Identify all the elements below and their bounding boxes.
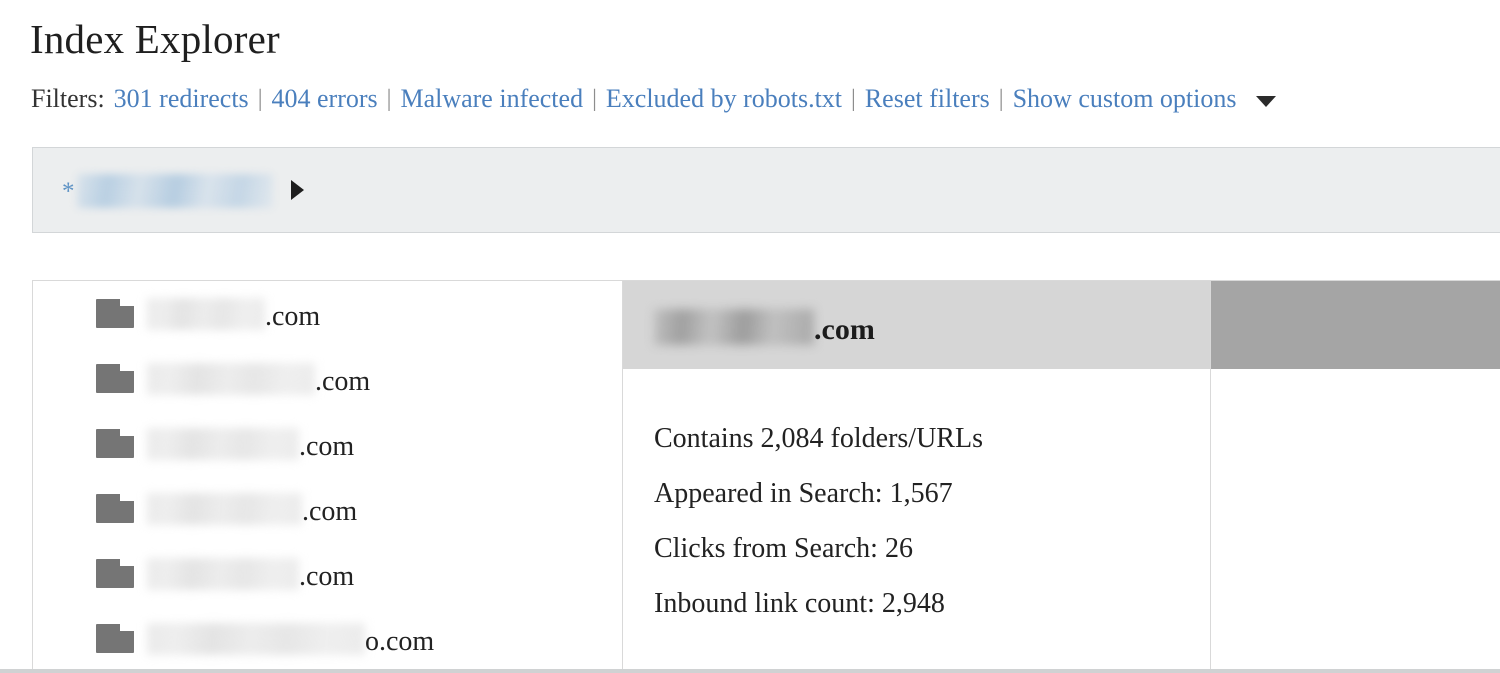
folder-icon bbox=[96, 364, 134, 393]
chevron-down-icon[interactable] bbox=[1255, 95, 1276, 107]
folder-name: .com bbox=[147, 553, 354, 594]
redacted-domain bbox=[76, 174, 273, 208]
third-column-body bbox=[1211, 369, 1500, 669]
filter-link-404-errors[interactable]: 404 errors bbox=[272, 84, 378, 114]
list-item[interactable]: .com bbox=[33, 411, 622, 476]
folder-name: .com bbox=[147, 488, 357, 529]
folder-icon bbox=[96, 299, 134, 328]
redacted-domain bbox=[147, 298, 265, 330]
third-column bbox=[1211, 281, 1500, 669]
filter-separator: | bbox=[998, 86, 1004, 112]
filter-link-malware-infected[interactable]: Malware infected bbox=[400, 84, 583, 114]
filter-link-301-redirects[interactable]: 301 redirects bbox=[114, 84, 249, 114]
detail-header[interactable]: .com bbox=[623, 281, 1210, 369]
stat-inbound-link-count: Inbound link count: 2,948 bbox=[654, 588, 945, 619]
filters-bar: Filters: 301 redirects | 404 errors | Ma… bbox=[31, 84, 1276, 114]
detail-stats: Contains 2,084 folders/URLs Appeared in … bbox=[623, 369, 1210, 669]
wildcard-asterisk: * bbox=[62, 177, 75, 205]
list-item[interactable]: .com bbox=[33, 476, 622, 541]
filter-separator: | bbox=[257, 86, 263, 112]
filter-link-show-custom-options[interactable]: Show custom options bbox=[1013, 84, 1237, 114]
filters-label: Filters: bbox=[31, 84, 105, 113]
page-title: Index Explorer bbox=[30, 16, 280, 62]
redacted-domain bbox=[147, 493, 302, 525]
folder-name: o.com bbox=[147, 618, 434, 659]
folder-icon bbox=[96, 429, 134, 458]
folder-name: .com bbox=[147, 358, 370, 399]
redacted-domain bbox=[654, 309, 814, 345]
filter-separator: | bbox=[592, 86, 597, 112]
redacted-domain bbox=[147, 558, 299, 590]
stat-contains-folders-urls: Contains 2,084 folders/URLs bbox=[654, 423, 983, 454]
filter-link-excluded-by-robots[interactable]: Excluded by robots.txt bbox=[606, 84, 842, 114]
bottom-divider bbox=[0, 669, 1500, 673]
folder-name: .com bbox=[147, 293, 320, 334]
stat-appeared-in-search: Appeared in Search: 1,567 bbox=[654, 478, 953, 509]
breadcrumb: * bbox=[32, 147, 1500, 233]
redacted-domain bbox=[147, 363, 315, 395]
redacted-domain bbox=[147, 623, 365, 655]
folder-icon bbox=[96, 559, 134, 588]
folder-icon bbox=[96, 624, 134, 653]
list-item[interactable]: o.com bbox=[33, 606, 622, 669]
list-item[interactable]: .com bbox=[33, 541, 622, 606]
detail-column: .com Contains 2,084 folders/URLs Appeare… bbox=[623, 281, 1211, 669]
third-column-header[interactable] bbox=[1211, 281, 1500, 369]
list-item[interactable]: .com bbox=[33, 281, 622, 346]
folder-list-column: .com .com .com .com .com o.com bbox=[33, 281, 623, 669]
filter-link-reset-filters[interactable]: Reset filters bbox=[865, 84, 990, 114]
index-explorer-panels: .com .com .com .com .com o.com .com Cont… bbox=[32, 280, 1500, 669]
folder-name: .com bbox=[147, 423, 354, 464]
breadcrumb-root-link[interactable] bbox=[76, 174, 273, 208]
list-item[interactable]: .com bbox=[33, 346, 622, 411]
filter-separator: | bbox=[851, 86, 856, 112]
filter-separator: | bbox=[386, 86, 392, 112]
redacted-domain bbox=[147, 428, 299, 460]
folder-icon bbox=[96, 494, 134, 523]
stat-clicks-from-search: Clicks from Search: 26 bbox=[654, 533, 913, 564]
detail-title: .com bbox=[654, 303, 875, 347]
caret-right-icon[interactable] bbox=[290, 180, 304, 200]
